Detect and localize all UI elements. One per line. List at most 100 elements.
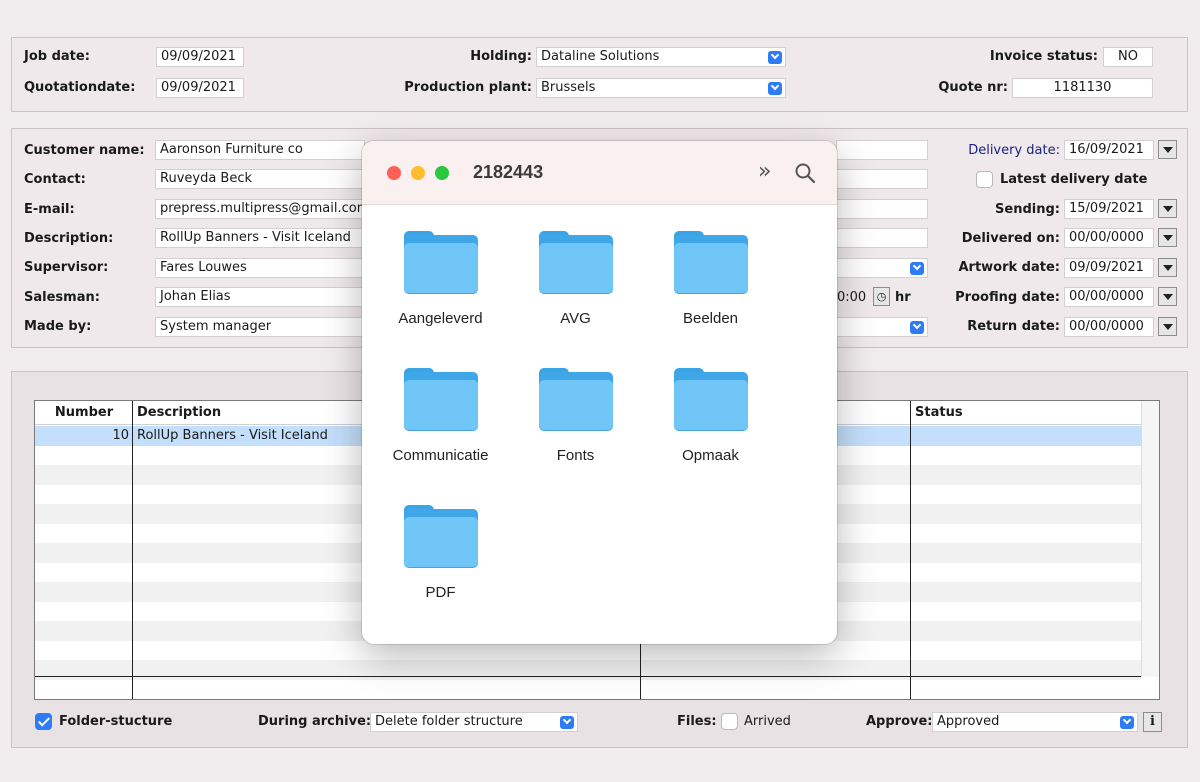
sending-field[interactable]: 15/09/2021 [1064,199,1154,219]
folder-icon [674,231,748,295]
approve-value: Approved [937,714,1000,729]
description-label: Description: [24,231,114,246]
folder-item[interactable]: Fonts [508,368,643,478]
finder-titlebar[interactable]: 2182443 » [362,141,837,205]
folder-icon [404,505,478,569]
sending-label: Sending: [995,202,1060,217]
folder-icon [404,231,478,295]
proofing-date-label: Proofing date: [955,290,1060,305]
during-archive-label: During archive: [258,714,372,729]
delivered-on-label: Delivered on: [961,231,1060,246]
files-label: Files: [677,714,717,729]
chevron-down-icon [560,716,574,729]
customer-name-label: Customer name: [24,143,145,158]
folder-label: Opmaak [682,447,739,464]
column-header-status[interactable]: Status [911,401,1141,425]
chevron-down-icon [768,82,782,95]
close-button[interactable] [387,166,401,180]
folder-label: AVG [560,310,591,327]
chevron-down-icon [768,51,782,64]
column-header-number[interactable]: Number [35,401,133,425]
folder-item[interactable]: Opmaak [643,368,778,478]
job-date-field[interactable]: 09/09/2021 [156,47,244,67]
customer-name-field[interactable]: Aaronson Furniture co [155,140,365,160]
delivered-on-field[interactable]: 00/00/0000 [1064,228,1154,248]
folder-item[interactable]: AVG [508,231,643,341]
table-scrollbar[interactable] [1141,401,1159,677]
field-row1-right[interactable] [836,140,928,160]
select-row5-right[interactable] [836,258,928,278]
folder-icon [539,368,613,432]
latest-delivery-checkbox[interactable] [976,171,993,188]
email-label: E-mail: [24,202,75,217]
return-date-field[interactable]: 00/00/0000 [1064,317,1154,337]
salesman-label: Salesman: [24,290,100,305]
folder-label: Fonts [556,447,595,464]
folder-label: Beelden [682,310,739,327]
info-button[interactable]: i [1143,712,1162,732]
description-field[interactable]: RollUp Banners - Visit Iceland [155,228,365,248]
email-field[interactable]: prepress.multipress@gmail.com [155,199,365,219]
zoom-button[interactable] [435,166,449,180]
delivery-date-label: Delivery date: [968,143,1060,158]
finder-window[interactable]: 2182443 » Aangeleverd AVG Beelden Commun… [362,141,837,644]
artwork-date-dropdown[interactable] [1158,258,1177,277]
hr-label: hr [895,290,911,305]
production-plant-select[interactable]: Brussels [536,78,786,98]
folder-item[interactable]: Beelden [643,231,778,341]
delivery-date-field[interactable]: 16/09/2021 [1064,140,1154,160]
row-number: 10 [112,428,129,443]
folder-item[interactable]: PDF [373,505,508,615]
invoice-status-label: Invoice status: [989,49,1098,64]
made-by-label: Made by: [24,319,92,334]
during-archive-select[interactable]: Delete folder structure [370,712,578,732]
sending-dropdown[interactable] [1158,199,1177,218]
row-description: RollUp Banners - Visit Iceland [137,428,328,443]
holding-value: Dataline Solutions [541,49,660,64]
search-icon[interactable] [794,162,816,184]
minimize-button[interactable] [411,166,425,180]
arrived-label: Arrived [744,714,791,729]
folder-item[interactable]: Aangeleverd [373,231,508,341]
chevron-double-right-icon[interactable]: » [758,159,771,184]
job-date-label: Job date: [24,49,90,64]
made-by-field[interactable]: System manager [155,317,365,337]
supervisor-field[interactable]: Fares Louwes [155,258,365,278]
return-date-label: Return date: [967,319,1060,334]
salesman-field[interactable]: Johan Elias [155,287,365,307]
folder-structure-checkbox[interactable] [35,713,52,730]
folder-icon [404,368,478,432]
time-fragment[interactable]: 0:00 [837,290,866,305]
select-row7-right[interactable] [836,317,928,337]
artwork-date-label: Artwork date: [958,260,1060,275]
arrived-checkbox[interactable] [721,713,738,730]
during-archive-value: Delete folder structure [375,714,523,729]
delivered-on-dropdown[interactable] [1158,228,1177,247]
field-row4-right[interactable] [836,228,928,248]
field-row3-right[interactable] [836,199,928,219]
proofing-date-dropdown[interactable] [1158,287,1177,306]
return-date-dropdown[interactable] [1158,317,1177,336]
artwork-date-field[interactable]: 09/09/2021 [1064,258,1154,278]
column-divider [132,401,133,699]
chevron-down-icon [1120,716,1134,729]
folder-icon [674,368,748,432]
approve-select[interactable]: Approved [932,712,1138,732]
contact-label: Contact: [24,172,86,187]
delivery-date-dropdown[interactable] [1158,140,1177,159]
clock-icon[interactable]: ◷ [873,287,890,306]
folder-label: Communicatie [392,447,489,464]
quotation-date-label: Quotationdate: [24,80,136,95]
column-divider [910,401,911,699]
contact-field[interactable]: Ruveyda Beck [155,169,365,189]
holding-select[interactable]: Dataline Solutions [536,47,786,67]
proofing-date-field[interactable]: 00/00/0000 [1064,287,1154,307]
folder-structure-label: Folder-stucture [59,714,173,729]
quote-nr-field[interactable]: 1181130 [1012,78,1153,98]
quote-nr-label: Quote nr: [938,80,1008,95]
quotation-date-field[interactable]: 09/09/2021 [156,78,244,98]
field-row2-right[interactable] [836,169,928,189]
invoice-status-field[interactable]: NO [1103,47,1153,67]
folder-item[interactable]: Communicatie [373,368,508,478]
production-plant-value: Brussels [541,80,596,95]
